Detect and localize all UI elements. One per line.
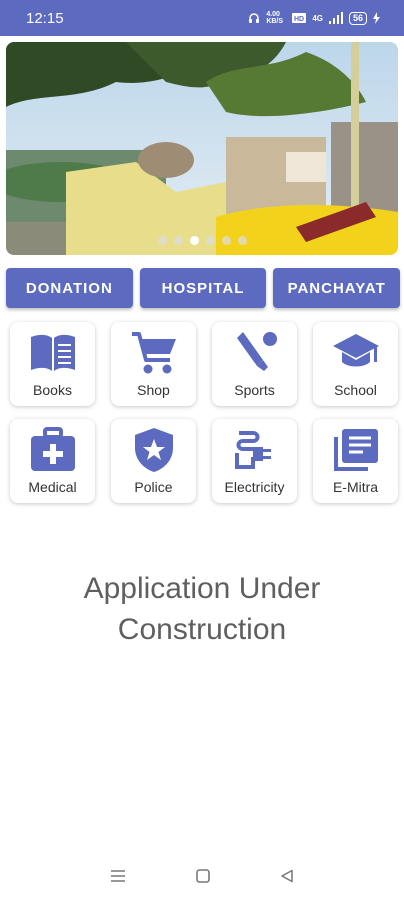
category-label: Shop — [137, 382, 170, 398]
category-label: Police — [134, 479, 173, 495]
cart-icon — [130, 330, 178, 376]
book-icon — [29, 330, 77, 376]
system-nav-bar — [0, 858, 404, 894]
category-label: Sports — [234, 382, 275, 398]
carousel-dot[interactable] — [173, 236, 183, 245]
category-label: Books — [33, 382, 72, 398]
medical-kit-icon — [29, 427, 77, 473]
carousel-dot[interactable] — [205, 236, 215, 245]
message-line-1: Application Under — [83, 572, 321, 605]
category-school[interactable]: School — [313, 322, 398, 406]
category-e-mitra[interactable]: E-Mitra — [313, 419, 398, 503]
carousel-dot[interactable] — [221, 236, 231, 245]
category-grid: Books Shop Sports School Medical Police — [10, 322, 400, 503]
category-label: E-Mitra — [332, 479, 379, 495]
carousel-dot[interactable] — [157, 236, 167, 245]
carousel-dot[interactable] — [237, 236, 247, 245]
category-medical[interactable]: Medical — [10, 419, 95, 503]
cricket-icon — [231, 330, 279, 376]
category-police[interactable]: Police — [111, 419, 196, 503]
category-sports[interactable]: Sports — [212, 322, 297, 406]
school-icon — [332, 330, 380, 376]
charging-icon — [373, 12, 380, 24]
headphones-icon — [249, 13, 260, 23]
svg-text:HD: HD — [294, 16, 304, 23]
clock: 12:15 — [26, 9, 64, 27]
hospital-button[interactable]: HOSPITAL — [139, 268, 267, 308]
panchayat-button[interactable]: PANCHAYAT — [273, 268, 401, 308]
construction-message: Application Under Construction — [0, 568, 404, 650]
category-shop[interactable]: Shop — [111, 322, 196, 406]
plug-icon — [231, 427, 279, 473]
carousel-dot-active[interactable] — [189, 236, 199, 245]
police-badge-icon — [130, 427, 178, 473]
category-label: School — [334, 382, 377, 398]
category-electricity[interactable]: Electricity — [212, 419, 297, 503]
banner-image — [6, 42, 398, 255]
banner-carousel[interactable] — [6, 42, 398, 255]
battery-icon: 56 — [348, 11, 367, 25]
category-books[interactable]: Books — [10, 322, 95, 406]
carousel-indicator — [6, 236, 398, 245]
home-icon[interactable] — [196, 869, 210, 883]
back-icon[interactable] — [280, 869, 294, 883]
action-buttons: DONATION HOSPITAL PANCHAYAT — [6, 268, 401, 308]
menu-icon[interactable] — [110, 869, 126, 883]
message-line-2: Construction — [117, 613, 287, 646]
status-icons: 4.00 KB/S HD 4G 56 — [248, 11, 380, 25]
category-label: Medical — [28, 479, 77, 495]
network-type: 4G — [312, 13, 323, 23]
signal-icon — [328, 12, 343, 24]
donation-button[interactable]: DONATION — [6, 268, 133, 308]
library-icon — [332, 427, 380, 473]
net-speed: 4.00 KB/S — [266, 11, 284, 25]
category-label: Electricity — [224, 479, 285, 495]
hd-icon: HD — [292, 13, 307, 23]
status-bar: 12:15 4.00 KB/S HD 4G 56 — [0, 0, 404, 36]
